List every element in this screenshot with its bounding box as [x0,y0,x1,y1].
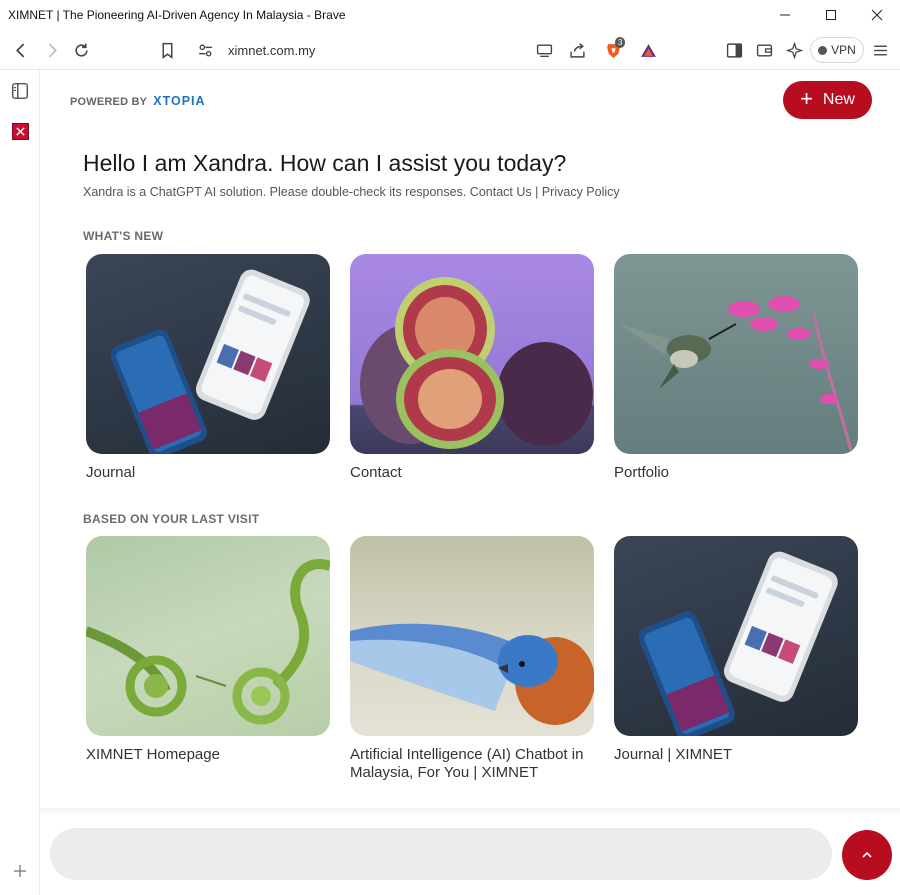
phone-mockup-image [614,536,858,736]
card-label: Portfolio [614,464,670,481]
privacy-policy-link[interactable]: Privacy Policy [542,185,620,199]
close-window-button[interactable] [854,0,900,30]
greeting-heading: Hello I am Xandra. How can I assist you … [83,150,567,176]
maximize-button[interactable] [808,0,854,30]
leo-ai-button[interactable] [780,30,808,70]
cast-button[interactable] [530,30,558,70]
phone-mockup-image [86,254,330,454]
figs-image [350,254,594,454]
wallet-button[interactable] [750,30,778,70]
card-journal-ximnet[interactable]: Journal | XIMNET [614,536,858,764]
site-info-button[interactable] [191,30,219,70]
fern-image [86,536,330,736]
menu-button[interactable] [866,30,894,70]
reload-icon [74,43,88,57]
disclaimer-prefix: Xandra is a ChatGPT AI solution. Please … [83,185,470,199]
powered-by-text: POWERED BY [70,96,147,108]
url-text[interactable]: ximnet.com.my [228,43,315,58]
share-icon [569,42,585,58]
bluebird-image [350,536,594,736]
back-button[interactable] [7,30,35,70]
window-titlebar: XIMNET | The Pioneering AI-Driven Agency… [0,0,900,30]
browser-sidebar [0,70,40,895]
contact-us-link[interactable]: Contact Us [470,185,532,199]
composer-divider [40,808,900,816]
card-contact[interactable]: Contact [350,254,594,482]
site-settings-icon [198,43,212,57]
link-separator: | [531,185,542,199]
disclaimer-text: Xandra is a ChatGPT AI solution. Please … [83,185,620,199]
whats-new-heading: WHAT'S NEW [83,229,164,243]
plus-icon [14,865,26,877]
install-app-icon [536,43,552,57]
card-label: Journal [86,464,136,481]
rewards-triangle-icon [640,43,656,57]
shields-count-badge: 3 [615,37,626,48]
card-label: XIMNET Homepage [86,746,220,763]
close-icon [871,9,883,21]
xtopia-logo: XTOPIA [153,94,206,108]
bookmark-button[interactable] [153,30,181,70]
reload-button[interactable] [67,30,95,70]
forward-button[interactable] [37,30,65,70]
card-journal[interactable]: Journal [86,254,330,482]
vpn-label: VPN [831,43,856,57]
send-button[interactable] [842,830,892,880]
hummingbird-image [614,254,858,454]
card-portfolio[interactable]: Portfolio [614,254,858,482]
sidebar-panel-button[interactable] [6,77,34,105]
powered-by-badge: POWERED BY XTOPIA [70,94,206,108]
sparkle-icon [785,41,803,59]
sidebar-add-button[interactable] [6,857,34,885]
sidebar-ximnet-shortcut[interactable] [6,117,34,145]
chat-message-input[interactable] [50,828,832,880]
sidebar-panel-icon [726,42,742,58]
window-title: XIMNET | The Pioneering AI-Driven Agency… [8,8,346,22]
minimize-button[interactable] [762,0,808,30]
browser-toolbar: ximnet.com.my 3 [0,30,900,70]
hamburger-menu-icon [873,45,887,55]
new-button-label: New [822,91,855,108]
plus-icon: + [800,86,813,111]
bookmark-icon [162,42,172,59]
ximnet-favicon-icon [11,122,29,140]
card-label: Journal | XIMNET [614,746,733,763]
back-arrow-icon [15,43,24,57]
last-visit-heading: BASED ON YOUR LAST VISIT [83,512,260,526]
vpn-status-icon [818,45,828,55]
card-ai-chatbot[interactable]: Artificial Intelligence (AI) Chatbot in … [350,536,594,782]
wallet-icon [756,43,772,57]
sidebar-toggle-button[interactable] [720,30,748,70]
vpn-button[interactable]: VPN [810,37,864,63]
new-chat-button[interactable]: + New [783,81,872,119]
forward-arrow-icon [48,43,57,57]
card-label: Artificial Intelligence (AI) Chatbot in … [350,746,584,781]
minimize-icon [780,14,790,16]
maximize-icon [826,10,836,20]
card-label: Contact [350,464,402,481]
share-button[interactable] [563,30,591,70]
brave-rewards-button[interactable] [634,30,662,70]
card-ximnet-homepage[interactable]: XIMNET Homepage [86,536,330,764]
chevron-up-icon [862,851,872,858]
side-panel-icon [11,82,29,100]
brave-shields-button[interactable]: 3 [599,30,627,70]
